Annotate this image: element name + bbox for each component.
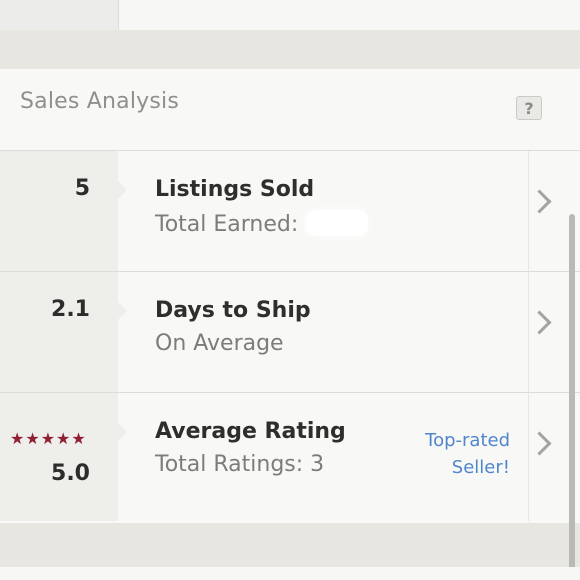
row-divider xyxy=(528,393,529,521)
sales-analysis-card: Sales Analysis ? 5 Listings Sold Total E… xyxy=(0,69,580,523)
redacted-amount xyxy=(306,210,369,236)
row-title: Average Rating xyxy=(155,419,346,444)
chevron-right-icon[interactable] xyxy=(527,431,552,456)
chevron-right-icon[interactable] xyxy=(527,310,552,335)
previous-card xyxy=(0,0,580,30)
average-rating-row[interactable]: ★★★★★ 5.0 Average Rating Total Ratings: … xyxy=(0,393,580,521)
row-title: Days to Ship xyxy=(155,298,311,323)
card-header: Sales Analysis ? xyxy=(0,69,580,151)
row-divider xyxy=(528,151,529,271)
average-rating-value: 5.0 xyxy=(51,461,90,486)
row-subtitle: On Average xyxy=(155,331,284,356)
scrollbar[interactable] xyxy=(569,214,575,580)
stat-value-panel: 2.1 xyxy=(0,272,127,392)
previous-card-left-panel xyxy=(0,0,119,30)
chevron-right-icon[interactable] xyxy=(527,189,552,214)
row-subtitle: Total Earned: xyxy=(155,210,369,237)
badge-line-1: Top-rated xyxy=(425,430,510,451)
days-to-ship-value: 2.1 xyxy=(51,297,90,322)
row-title: Listings Sold xyxy=(155,177,315,202)
question-icon: ? xyxy=(524,99,534,118)
page: Sales Analysis ? 5 Listings Sold Total E… xyxy=(0,0,580,580)
help-button[interactable]: ? xyxy=(516,96,542,120)
listings-sold-count: 5 xyxy=(74,176,90,201)
row-subtitle: Total Ratings: 3 xyxy=(155,452,325,477)
top-rated-seller-badge[interactable]: Top-rated Seller! xyxy=(425,427,510,481)
stat-value-panel: 5 xyxy=(0,151,127,271)
stat-value-panel: ★★★★★ 5.0 xyxy=(0,393,127,521)
stats-list: 5 Listings Sold Total Earned: 2.1 Days t… xyxy=(0,151,580,521)
days-to-ship-row[interactable]: 2.1 Days to Ship On Average xyxy=(0,272,580,393)
total-earned-label: Total Earned: xyxy=(155,212,299,237)
row-divider xyxy=(528,272,529,392)
star-rating-icons: ★★★★★ xyxy=(10,429,87,448)
listings-sold-row[interactable]: 5 Listings Sold Total Earned: xyxy=(0,151,580,272)
next-card xyxy=(0,567,580,580)
section-title: Sales Analysis xyxy=(20,89,179,114)
badge-line-2: Seller! xyxy=(451,457,510,478)
